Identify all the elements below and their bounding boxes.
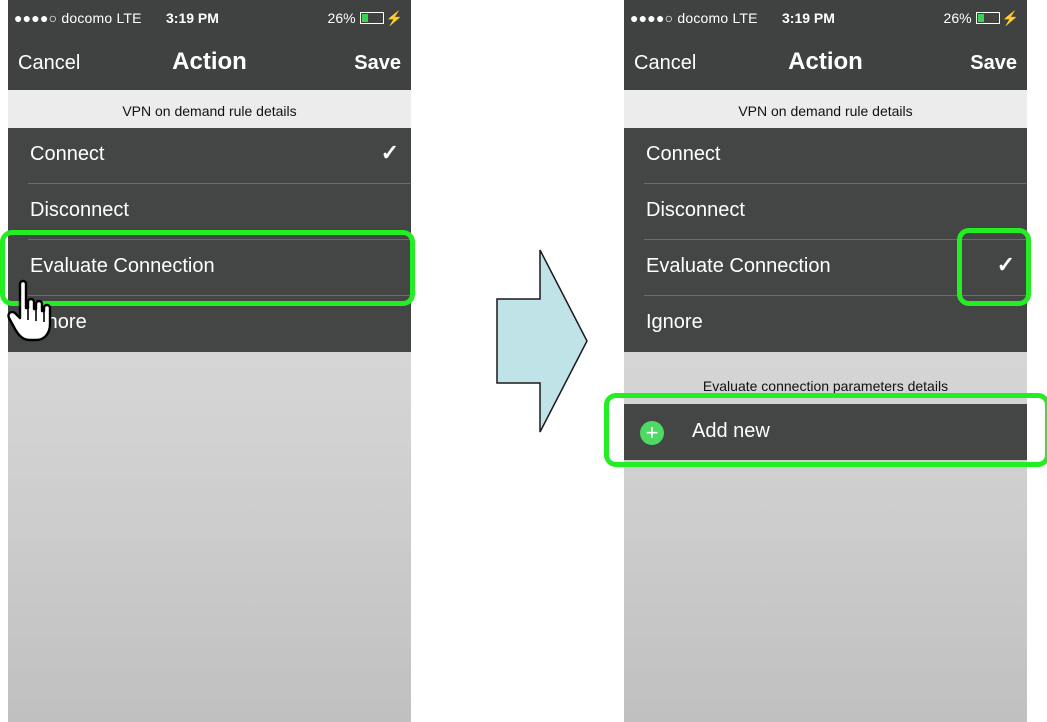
status-time: 3:19 PM <box>166 10 219 26</box>
list-item-label: Ignore <box>646 311 703 333</box>
list-item-disconnect[interactable]: Disconnect <box>624 184 1027 240</box>
checkmark-icon: ✓ <box>380 140 399 165</box>
battery-indicator: 26% ⚡ <box>328 10 403 27</box>
page-title: Action <box>172 48 247 75</box>
battery-percent: 26% <box>327 10 356 26</box>
battery-icon <box>975 12 1000 24</box>
list-item-label: Disconnect <box>646 199 745 221</box>
list-item-evaluate-connection[interactable]: Evaluate Connection <box>8 240 411 296</box>
navigation-bar: Cancel Action Save <box>8 36 411 90</box>
battery-icon <box>359 12 384 24</box>
add-new-label: Add new <box>692 420 770 442</box>
list-item-label: Connect <box>30 143 105 165</box>
add-new-button[interactable]: + Add new <box>624 404 1027 460</box>
phone-screen-after: ●●●●○ docomo LTE 3:19 PM 26% ⚡ Cancel Act… <box>624 0 1027 722</box>
list-item-label: Evaluate Connection <box>30 255 215 277</box>
section-header: VPN on demand rule details <box>8 90 411 128</box>
page-title: Action <box>788 48 863 75</box>
list-item-ignore[interactable]: Ignore <box>624 296 1027 352</box>
navigation-bar: Cancel Action Save <box>624 36 1027 90</box>
checkmark-icon: ✓ <box>996 252 1015 277</box>
list-item-label: Connect <box>646 143 721 165</box>
list-item-disconnect[interactable]: Disconnect <box>8 184 411 240</box>
section-header: VPN on demand rule details <box>624 90 1027 128</box>
save-button[interactable]: Save <box>354 52 401 75</box>
battery-percent: 26% <box>943 10 972 26</box>
action-list: Connect Disconnect Evaluate Connection ✓… <box>624 128 1027 352</box>
list-item-connect[interactable]: Connect ✓ <box>8 128 411 184</box>
list-item-ignore[interactable]: Ignore <box>8 296 411 352</box>
right-arrow-icon <box>496 249 588 433</box>
save-button[interactable]: Save <box>970 52 1017 75</box>
carrier-label: ●●●●○ docomo LTE <box>14 10 142 26</box>
hand-pointer-icon <box>7 279 52 342</box>
charging-bolt-icon: ⚡ <box>385 10 403 26</box>
list-item-connect[interactable]: Connect <box>624 128 1027 184</box>
carrier-label: ●●●●○ docomo LTE <box>630 10 758 26</box>
list-item-evaluate-connection[interactable]: Evaluate Connection ✓ <box>624 240 1027 296</box>
status-time: 3:19 PM <box>782 10 835 26</box>
charging-bolt-icon: ⚡ <box>1001 10 1019 26</box>
plus-circle-icon: + <box>640 421 664 445</box>
list-item-label: Disconnect <box>30 199 129 221</box>
phone-screen-before: ●●●●○ docomo LTE 3:19 PM 26% ⚡ Cancel Act… <box>8 0 411 722</box>
params-section-header: Evaluate connection parameters details <box>702 378 949 394</box>
battery-indicator: 26% ⚡ <box>944 10 1019 27</box>
action-list: Connect ✓ Disconnect Evaluate Connection… <box>8 128 411 352</box>
status-bar: ●●●●○ docomo LTE 3:19 PM 26% ⚡ <box>8 0 411 36</box>
list-item-label: Evaluate Connection <box>646 255 831 277</box>
status-bar: ●●●●○ docomo LTE 3:19 PM 26% ⚡ <box>624 0 1027 36</box>
